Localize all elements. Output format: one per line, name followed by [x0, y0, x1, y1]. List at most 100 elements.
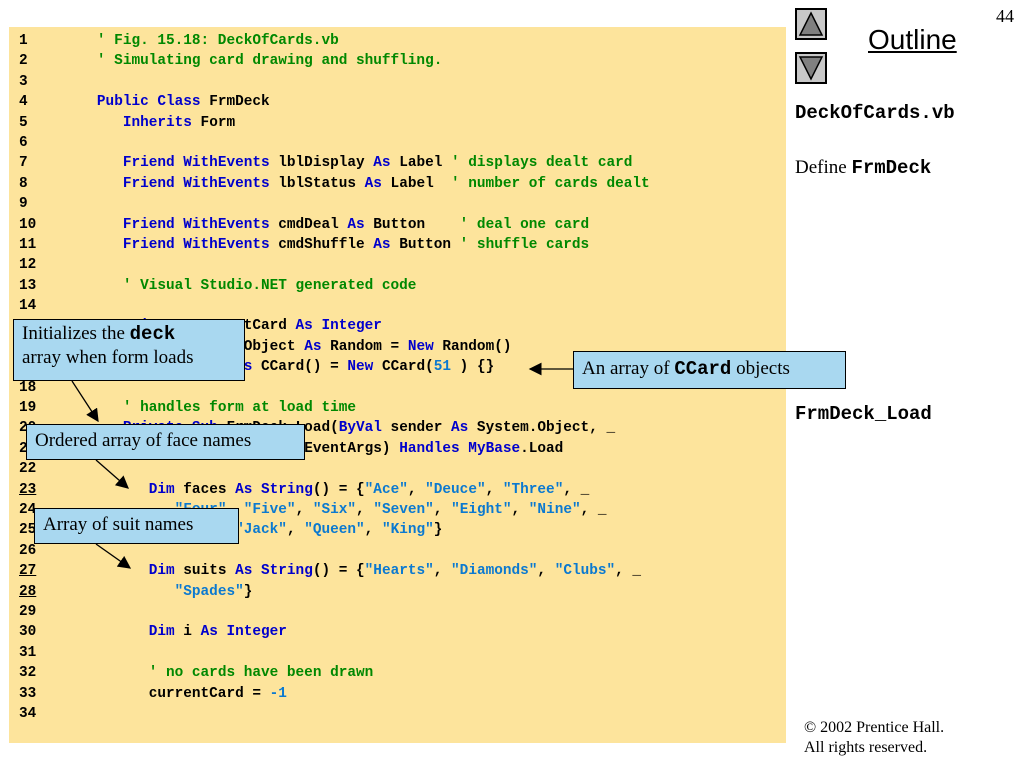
line-number: 12 [19, 257, 37, 274]
code-text: Inherits Form [71, 113, 235, 133]
next-slide-button[interactable] [795, 52, 827, 84]
define-label: Define FrmDeck [795, 157, 931, 179]
copyright-line-1: © 2002 Prentice Hall. [804, 719, 945, 736]
outline-link[interactable]: Outline [868, 24, 957, 56]
line-number: 29 [19, 603, 37, 620]
callout-deck-init: Initializes the deck array when form loa… [13, 319, 245, 381]
code-token: Random = [321, 338, 408, 355]
code-token: Friend WithEvents [122, 216, 270, 233]
code-token: () = { [312, 563, 365, 580]
code-token: ByVal [338, 420, 382, 437]
callout-face-names: Ordered array of face names [26, 424, 305, 460]
code-token: , [295, 501, 313, 518]
code-token: Button [364, 216, 460, 233]
code-token: faces [174, 481, 236, 498]
code-text: Friend WithEvents lblDisplay As Label ' … [71, 153, 633, 173]
line-number: 1 [19, 33, 28, 49]
code-text: ' no cards have been drawn [71, 663, 374, 683]
code-text: Public Class FrmDeck [71, 92, 270, 112]
line-number: 8 [19, 175, 28, 192]
code-text: "Spades"} [71, 582, 253, 602]
code-token: New [407, 338, 434, 355]
code-token: "Six" [312, 501, 357, 518]
code-token: "King" [381, 522, 434, 539]
code-token: , [537, 563, 555, 580]
code-token: Label [390, 155, 452, 172]
line-number: 5 [19, 114, 28, 131]
code-token: As Integer [295, 318, 382, 335]
code-token: ' Simulating card drawing and shuffling. [71, 53, 443, 70]
copyright: © 2002 Prentice Hall. All rights reserve… [804, 718, 944, 758]
file-name-label: DeckOfCards.vb [795, 102, 955, 124]
code-token: sender [381, 420, 452, 437]
code-token: Label [381, 175, 452, 192]
code-token: ' shuffle cards [459, 236, 590, 253]
code-token: As Integer [200, 624, 287, 641]
previous-slide-button[interactable] [795, 8, 827, 40]
code-text: Dim faces As String() = {"Ace", "Deuce",… [71, 480, 590, 500]
callout-ccard-prefix: An array of [582, 358, 675, 379]
code-token: "Clubs" [554, 563, 616, 580]
code-token: Friend WithEvents [122, 155, 270, 172]
code-token: , _ [615, 563, 642, 580]
code-token: Form [191, 114, 236, 131]
line-number: 34 [19, 705, 37, 722]
code-token: , [511, 501, 529, 518]
code-token: , [286, 522, 305, 539]
line-number: 23 [19, 481, 37, 498]
line-number: 11 [19, 236, 37, 253]
code-token: suits [174, 563, 236, 580]
line-number: 3 [19, 73, 28, 90]
line-number: 7 [19, 155, 28, 172]
code-token: ) {} [451, 359, 495, 376]
code-token: , [485, 481, 503, 498]
code-token: "Eight" [451, 501, 512, 518]
code-token: CCard( [373, 359, 434, 376]
code-token: "Queen" [304, 522, 365, 539]
code-token: As [364, 175, 382, 192]
line-number: 14 [19, 298, 37, 315]
line-number: 28 [19, 583, 37, 600]
define-class-name: FrmDeck [851, 157, 932, 179]
code-token: , _ [563, 481, 590, 498]
code-token: Dim [148, 481, 175, 498]
line-number: 19 [19, 400, 37, 417]
code-token: "Jack" [235, 522, 287, 539]
code-token: As [373, 236, 391, 253]
code-token: } [433, 522, 443, 539]
code-token: As [451, 420, 469, 437]
callout-deck-prefix: Initializes the [22, 323, 130, 344]
code-token: "Spades" [174, 583, 244, 600]
code-token: , [407, 481, 426, 498]
code-text: ' Fig. 15.18: DeckOfCards.vb [71, 31, 339, 51]
code-token: "Ace" [364, 481, 408, 498]
code-token: As [304, 338, 322, 355]
code-token: "Seven" [373, 501, 434, 518]
code-token: CCard() = [252, 359, 348, 376]
callout-deck-name: deck [129, 323, 176, 345]
code-token: System.Object, _ [468, 420, 616, 437]
code-token: , [433, 563, 452, 580]
code-token: () = { [312, 481, 365, 498]
code-token: , _ [580, 501, 607, 518]
code-token: Random() [433, 338, 512, 355]
slide-number: 44 [996, 6, 1014, 26]
line-number: 30 [19, 624, 37, 641]
code-token: , [364, 522, 382, 539]
code-token: ' handles form at load time [122, 400, 356, 417]
line-number: 4 [19, 94, 28, 111]
code-token: ' number of cards dealt [451, 175, 650, 192]
code-text: currentCard = -1 [71, 684, 287, 704]
code-token: Handles MyBase [399, 440, 521, 457]
code-token: } [243, 583, 253, 600]
line-number: 9 [19, 196, 28, 213]
line-number: 27 [19, 563, 37, 580]
code-token: , [433, 501, 452, 518]
code-token: cmdShuffle [269, 236, 374, 253]
callout-suit-names: Array of suit names [34, 508, 239, 544]
line-number: 32 [19, 665, 37, 682]
